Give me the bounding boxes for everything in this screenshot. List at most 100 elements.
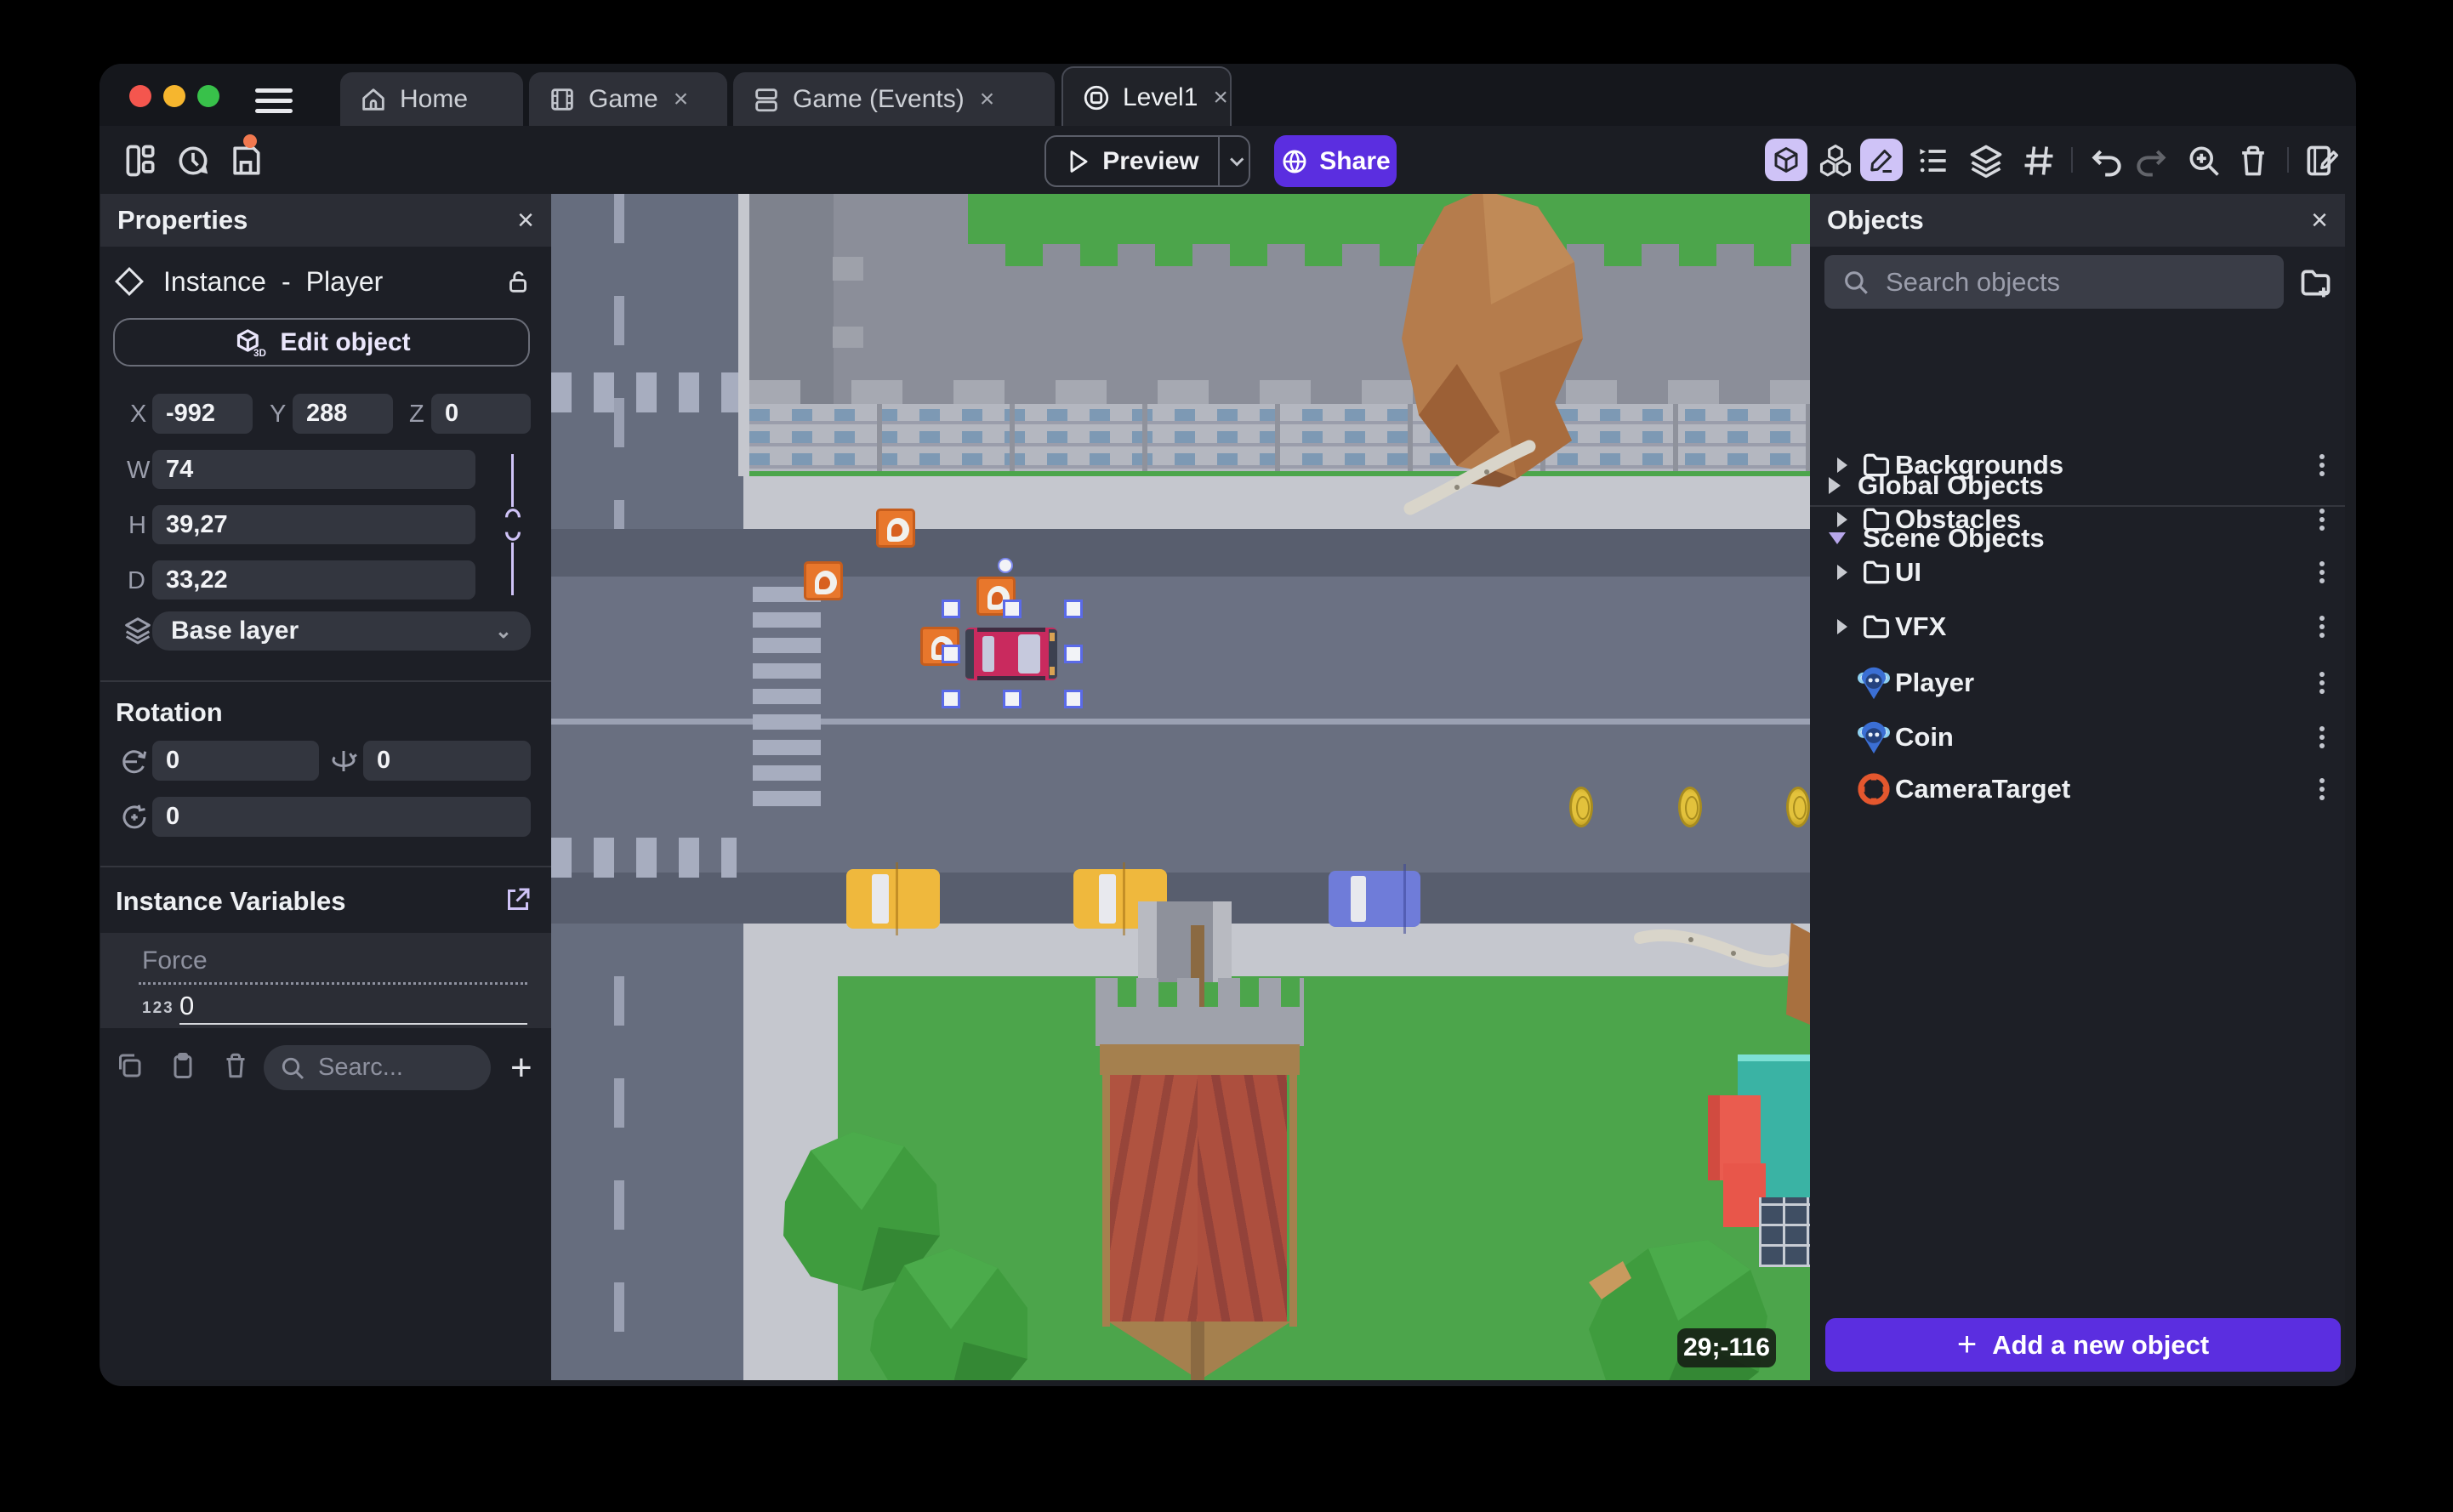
x-input[interactable] bbox=[152, 394, 253, 434]
add-variable-button[interactable]: + bbox=[510, 1047, 532, 1089]
main-menu-icon[interactable] bbox=[255, 88, 293, 116]
player-instance-selected[interactable] bbox=[965, 628, 1057, 680]
twig-obstacle[interactable] bbox=[1385, 436, 1546, 521]
close-tab-icon[interactable]: × bbox=[674, 85, 689, 114]
brick-tower-building[interactable] bbox=[1079, 901, 1321, 1380]
rotation-z-input[interactable] bbox=[152, 797, 531, 837]
add-new-object-button[interactable]: + Add a new object bbox=[1825, 1318, 2341, 1372]
layer-select[interactable]: Base layer ⌄ bbox=[152, 611, 531, 651]
more-options-icon[interactable] bbox=[2319, 775, 2326, 804]
open-variables-icon[interactable] bbox=[503, 884, 533, 915]
toggle-panels-icon[interactable] bbox=[122, 142, 159, 179]
more-options-icon[interactable] bbox=[2319, 505, 2326, 534]
more-options-icon[interactable] bbox=[2319, 723, 2326, 752]
object-item-player[interactable]: Player bbox=[1810, 657, 2345, 709]
scene-canvas[interactable]: 29;-116 bbox=[551, 194, 1810, 1380]
object-folder-backgrounds[interactable]: Backgrounds bbox=[1810, 439, 2345, 492]
tab-game-events[interactable]: Game (Events) × bbox=[733, 72, 1055, 126]
redo-icon[interactable] bbox=[2132, 142, 2170, 179]
edit-mode-button[interactable] bbox=[1860, 139, 1903, 181]
width-input[interactable] bbox=[152, 450, 475, 489]
selection-handle-s[interactable] bbox=[1003, 690, 1022, 708]
blue-car[interactable] bbox=[1329, 864, 1420, 934]
coin[interactable] bbox=[1678, 787, 1702, 827]
add-folder-icon[interactable] bbox=[2296, 264, 2335, 302]
crate-obstacle[interactable] bbox=[804, 561, 843, 600]
selection-handle-sw[interactable] bbox=[942, 690, 960, 708]
macos-minimize-button[interactable] bbox=[163, 85, 185, 107]
link-dimensions-icon[interactable] bbox=[500, 507, 526, 543]
more-options-icon[interactable] bbox=[2319, 668, 2326, 697]
chevron-right-icon[interactable] bbox=[1837, 565, 1847, 580]
copy-icon[interactable] bbox=[114, 1049, 145, 1083]
chevron-right-icon[interactable] bbox=[1837, 512, 1847, 527]
save-icon[interactable] bbox=[227, 142, 265, 179]
delete-variable-icon[interactable] bbox=[220, 1049, 251, 1083]
object-item-coin[interactable]: Coin bbox=[1810, 711, 2345, 764]
selection-handle-n[interactable] bbox=[1003, 600, 1022, 618]
variables-search[interactable] bbox=[264, 1045, 491, 1090]
crate-obstacle[interactable] bbox=[876, 509, 915, 548]
layers-icon[interactable] bbox=[1967, 142, 2005, 179]
more-options-icon[interactable] bbox=[2319, 451, 2326, 480]
selection-handle-nw[interactable] bbox=[942, 600, 960, 618]
variable-name[interactable]: Force bbox=[142, 946, 208, 975]
object-folder-vfx[interactable]: VFX bbox=[1810, 600, 2345, 653]
lane-divider bbox=[551, 719, 1810, 725]
share-button[interactable]: Share bbox=[1274, 135, 1397, 187]
close-tab-icon[interactable]: × bbox=[1213, 83, 1228, 112]
tab-game[interactable]: Game × bbox=[529, 72, 727, 126]
objects-stack-icon[interactable] bbox=[1817, 142, 1854, 179]
more-options-icon[interactable] bbox=[2319, 558, 2326, 587]
selection-handle-ne[interactable] bbox=[1064, 600, 1083, 618]
chevron-right-icon[interactable] bbox=[1837, 619, 1847, 634]
zoom-in-icon[interactable] bbox=[2185, 142, 2222, 179]
selection-handle-e[interactable] bbox=[1064, 645, 1083, 663]
selection-handle-w[interactable] bbox=[942, 645, 960, 663]
unsaved-changes-dot bbox=[243, 134, 257, 148]
green-tree[interactable] bbox=[857, 1236, 1044, 1380]
variables-search-input[interactable] bbox=[318, 1054, 454, 1082]
y-input[interactable] bbox=[293, 394, 393, 434]
variable-value[interactable]: 0 bbox=[179, 991, 194, 1021]
twig-obstacle[interactable] bbox=[1631, 921, 1789, 981]
close-tab-icon[interactable]: × bbox=[980, 85, 995, 114]
coin[interactable] bbox=[1786, 787, 1810, 827]
object-folder-ui[interactable]: UI bbox=[1810, 546, 2345, 599]
height-input[interactable] bbox=[152, 505, 475, 544]
close-icon[interactable]: × bbox=[2311, 206, 2328, 235]
selection-handle-se[interactable] bbox=[1064, 690, 1083, 708]
coin[interactable] bbox=[1569, 787, 1593, 827]
depth-input[interactable] bbox=[152, 560, 475, 600]
objects-search-input[interactable] bbox=[1886, 266, 2243, 298]
z-input[interactable] bbox=[431, 394, 531, 434]
paste-icon[interactable] bbox=[168, 1049, 198, 1083]
close-icon[interactable]: × bbox=[517, 206, 534, 235]
object-item-cameratarget[interactable]: CameraTarget bbox=[1810, 763, 2345, 816]
objects-search[interactable] bbox=[1824, 255, 2284, 309]
edit-object-button[interactable]: Edit object bbox=[113, 318, 530, 367]
chevron-down-icon[interactable] bbox=[1225, 149, 1249, 174]
cube-3d-icon bbox=[232, 326, 266, 360]
yellow-car[interactable] bbox=[846, 862, 940, 935]
rotation-x-input[interactable] bbox=[152, 741, 319, 781]
rotation-handle[interactable] bbox=[998, 558, 1013, 573]
tab-home[interactable]: Home bbox=[340, 72, 523, 126]
chevron-right-icon[interactable] bbox=[1837, 458, 1847, 473]
grid-icon[interactable] bbox=[2020, 142, 2057, 179]
unlock-icon[interactable] bbox=[504, 267, 532, 296]
more-options-icon[interactable] bbox=[2319, 612, 2326, 641]
preview-button[interactable]: Preview bbox=[1044, 135, 1250, 187]
edit-scene-properties-icon[interactable] bbox=[2302, 142, 2340, 179]
macos-zoom-button[interactable] bbox=[197, 85, 219, 107]
delete-icon[interactable] bbox=[2234, 142, 2272, 179]
apartment-building[interactable] bbox=[749, 194, 1810, 476]
toggle-3d-view-button[interactable] bbox=[1765, 139, 1807, 181]
tab-level1-active[interactable]: Level1 × bbox=[1061, 66, 1232, 128]
undo-icon[interactable] bbox=[2088, 142, 2126, 179]
rotation-y-input[interactable] bbox=[363, 741, 531, 781]
object-folder-obstacles[interactable]: Obstacles bbox=[1810, 493, 2345, 546]
macos-close-button[interactable] bbox=[129, 85, 151, 107]
history-icon[interactable] bbox=[174, 142, 212, 179]
instances-list-icon[interactable] bbox=[1915, 142, 1952, 179]
